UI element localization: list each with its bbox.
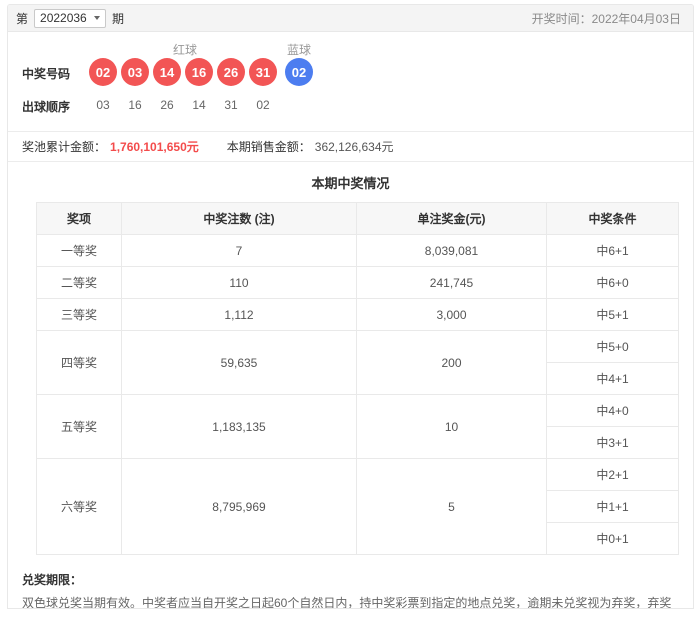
header-tier: 奖项 <box>36 202 122 235</box>
winning-numbers-label: 中奖号码 <box>22 67 71 81</box>
draw-order-label: 出球顺序 <box>22 100 71 114</box>
red-ball: 14 <box>153 58 181 86</box>
table-row: 六等奖 8,795,969 5 中2+1 <box>36 458 679 555</box>
condition-cell: 中5+0 <box>546 330 679 363</box>
condition-cell: 中5+1 <box>546 298 679 331</box>
table-row: 五等奖 1,183,135 10 中4+0 <box>36 394 679 459</box>
condition-cell: 中4+0 <box>546 394 679 427</box>
red-group-label: 红球 <box>172 43 197 57</box>
prize-cell: 241,745 <box>356 266 547 299</box>
draw-order-number: 03 <box>96 98 110 112</box>
header-prize: 单注奖金(元) <box>356 202 547 235</box>
prize-table: 奖项 中奖注数 (注) 单注奖金(元) 中奖条件 一等奖 7 8,039,081… <box>36 202 679 555</box>
draw-order-number: 14 <box>192 98 206 112</box>
table-header-row: 奖项 中奖注数 (注) 单注奖金(元) 中奖条件 <box>36 202 679 235</box>
issue-select-value: 2022036 <box>40 11 87 25</box>
tier-cell: 四等奖 <box>36 330 122 395</box>
prize-cell: 200 <box>356 330 547 395</box>
tier-cell: 三等奖 <box>36 298 122 331</box>
tier-cell: 六等奖 <box>36 458 122 555</box>
header-condition: 中奖条件 <box>546 202 679 235</box>
draw-order-number: 02 <box>256 98 270 112</box>
prize-table-section: 本期中奖情况 奖项 中奖注数 (注) 单注奖金(元) 中奖条件 一等奖 7 8,… <box>8 162 693 555</box>
red-ball: 03 <box>121 58 149 86</box>
numbers-section: 红球 蓝球 中奖号码 02 03 14 16 26 31 02 出球顺序 03 … <box>8 32 693 132</box>
red-ball: 26 <box>217 58 245 86</box>
table-row: 二等奖 110 241,745 中6+0 <box>36 266 679 299</box>
condition-cell: 中1+1 <box>546 490 679 523</box>
issue-prefix-label: 第 <box>16 11 29 26</box>
prize-table-title: 本期中奖情况 <box>311 176 390 191</box>
tier-cell: 一等奖 <box>36 234 122 267</box>
prize-cell: 5 <box>356 458 547 555</box>
draw-order-row: 03 16 26 14 31 02 <box>89 98 277 112</box>
draw-time: 开奖时间：2022年04月03日 <box>532 10 681 27</box>
red-ball: 02 <box>89 58 117 86</box>
tier-cell: 五等奖 <box>36 394 122 459</box>
topbar: 第 2022036 期 开奖时间：2022年04月03日 <box>8 5 693 32</box>
notes-body: 双色球兑奖当期有效。中奖者应当自开奖之日起60个自然日内，持中奖彩票到指定的地点… <box>22 596 672 609</box>
draw-order-number: 26 <box>160 98 174 112</box>
condition-cell: 中6+1 <box>546 234 679 267</box>
condition-cell: 中0+1 <box>546 522 679 555</box>
count-cell: 7 <box>121 234 357 267</box>
condition-cell: 中4+1 <box>546 362 679 395</box>
pool-section: 奖池累计金额： 1,760,101,650元 本期销售金额： 362,126,6… <box>8 132 693 162</box>
red-ball: 16 <box>185 58 213 86</box>
pool-value: 1,760,101,650元 <box>110 140 199 154</box>
header-count: 中奖注数 (注) <box>121 202 357 235</box>
count-cell: 1,183,135 <box>121 394 357 459</box>
prize-cell: 8,039,081 <box>356 234 547 267</box>
condition-cell: 中3+1 <box>546 426 679 459</box>
red-balls: 02 03 14 16 26 31 <box>89 58 277 86</box>
blue-group-label: 蓝球 <box>286 43 311 57</box>
count-cell: 8,795,969 <box>121 458 357 555</box>
table-row: 一等奖 7 8,039,081 中6+1 <box>36 234 679 267</box>
condition-cell: 中2+1 <box>546 458 679 491</box>
count-cell: 1,112 <box>121 298 357 331</box>
chevron-down-icon <box>94 16 101 20</box>
table-row: 三等奖 1,112 3,000 中5+1 <box>36 298 679 331</box>
prize-cell: 3,000 <box>356 298 547 331</box>
draw-order-number: 31 <box>224 98 238 112</box>
prize-cell: 10 <box>356 394 547 459</box>
issue-select[interactable]: 2022036 <box>34 8 107 28</box>
sales-value: 362,126,634元 <box>314 140 394 154</box>
count-cell: 59,635 <box>121 330 357 395</box>
blue-ball: 02 <box>285 58 313 86</box>
draw-time-value: 2022年04月03日 <box>591 11 681 26</box>
count-cell: 110 <box>121 266 357 299</box>
lottery-result-card: 第 2022036 期 开奖时间：2022年04月03日 红球 蓝球 中奖号码 … <box>7 4 694 609</box>
table-row: 四等奖 59,635 200 中5+0 <box>36 330 679 395</box>
tier-cell: 二等奖 <box>36 266 122 299</box>
issue-suffix-label: 期 <box>112 11 125 26</box>
notes-section: 兑奖期限： 双色球兑奖当期有效。中奖者应当自开奖之日起60个自然日内，持中奖彩票… <box>8 555 693 609</box>
condition-cell: 中6+0 <box>546 266 679 299</box>
notes-title: 兑奖期限： <box>22 573 83 587</box>
pool-label: 奖池累计金额： <box>22 140 107 154</box>
sales-label: 本期销售金额： <box>226 140 311 154</box>
draw-order-number: 16 <box>128 98 142 112</box>
draw-time-label: 开奖时间： <box>531 11 592 26</box>
red-ball: 31 <box>249 58 277 86</box>
